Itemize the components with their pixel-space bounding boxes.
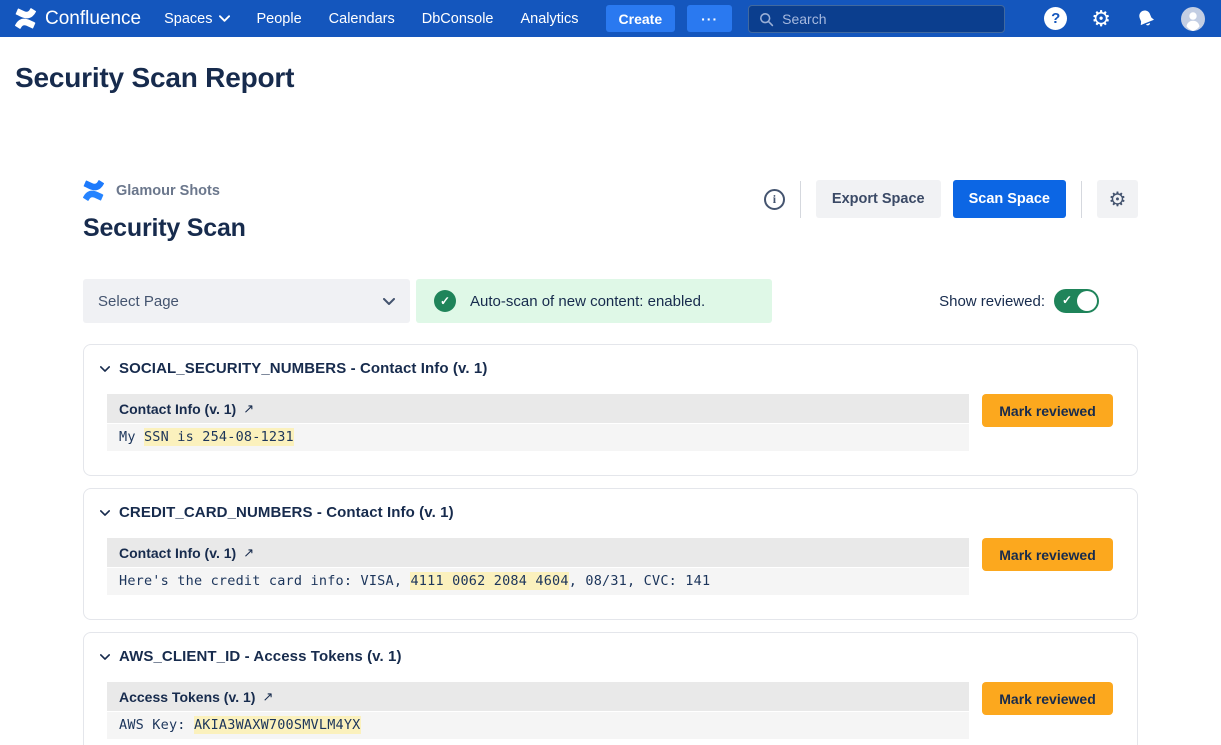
- select-page-dropdown[interactable]: Select Page: [83, 279, 410, 323]
- chevron-down-icon: [383, 298, 395, 305]
- search-icon: [758, 11, 774, 27]
- more-button[interactable]: ···: [687, 5, 732, 32]
- finding-title: AWS_CLIENT_ID - Access Tokens (v. 1): [119, 648, 402, 665]
- space-actions: i Export Space Scan Space ⚙: [764, 180, 1138, 218]
- settings-gear-icon[interactable]: ⚙: [1091, 8, 1111, 30]
- info-icon[interactable]: i: [764, 189, 785, 210]
- scan-space-button[interactable]: Scan Space: [953, 180, 1066, 218]
- finding-source-link[interactable]: Contact Info (v. 1) ↗: [107, 538, 969, 567]
- autoscan-status-text: Auto-scan of new content: enabled.: [470, 293, 705, 310]
- top-nav-bar: Confluence Spaces People Calendars DbCon…: [0, 0, 1221, 37]
- nav-item-analytics[interactable]: Analytics: [521, 11, 579, 27]
- show-reviewed-control: Show reviewed: ✓: [939, 289, 1099, 313]
- external-link-icon: ↗: [262, 689, 273, 705]
- search-box[interactable]: [748, 5, 1005, 33]
- divider: [800, 181, 801, 218]
- finding-card-aws-key: AWS_CLIENT_ID - Access Tokens (v. 1) Acc…: [83, 632, 1138, 745]
- nav-item-spaces[interactable]: Spaces: [164, 11, 229, 27]
- nav-item-dbconsole[interactable]: DbConsole: [422, 11, 494, 27]
- select-page-label: Select Page: [98, 293, 179, 310]
- user-avatar[interactable]: [1181, 7, 1205, 31]
- space-link[interactable]: Glamour Shots: [83, 180, 246, 201]
- finding-snippet: AWS Key: AKIA3WAXW700SMVLM4YX: [107, 712, 969, 739]
- finding-title: CREDIT_CARD_NUMBERS - Contact Info (v. 1…: [119, 504, 454, 521]
- create-button[interactable]: Create: [606, 5, 676, 32]
- toggle-knob: [1077, 291, 1097, 311]
- finding-source-link[interactable]: Contact Info (v. 1) ↗: [107, 394, 969, 423]
- space-settings-gear-icon[interactable]: ⚙: [1097, 180, 1138, 218]
- notifications-bell-icon[interactable]: [1135, 8, 1157, 30]
- finding-card-header[interactable]: CREDIT_CARD_NUMBERS - Contact Info (v. 1…: [100, 504, 1113, 521]
- finding-card-credit-card: CREDIT_CARD_NUMBERS - Contact Info (v. 1…: [83, 488, 1138, 620]
- search-input[interactable]: [782, 11, 995, 27]
- space-header: Glamour Shots Security Scan i Export Spa…: [83, 180, 1138, 243]
- chevron-down-icon: [100, 366, 110, 372]
- confluence-space-icon: [83, 180, 104, 201]
- confluence-brand[interactable]: Confluence: [15, 8, 141, 30]
- finding-snippet: My SSN is 254-08-1231: [107, 424, 969, 451]
- section-heading: Security Scan: [83, 214, 246, 243]
- external-link-icon: ↗: [243, 545, 254, 561]
- nav-item-people[interactable]: People: [257, 11, 302, 27]
- nav-right-icons: ? ⚙: [1044, 7, 1205, 31]
- mark-reviewed-button[interactable]: Mark reviewed: [982, 538, 1113, 571]
- check-circle-icon: ✓: [434, 290, 456, 312]
- show-reviewed-label: Show reviewed:: [939, 293, 1045, 310]
- chevron-down-icon: [219, 15, 230, 22]
- finding-card-header[interactable]: AWS_CLIENT_ID - Access Tokens (v. 1): [100, 648, 1113, 665]
- nav-item-calendars[interactable]: Calendars: [329, 11, 395, 27]
- sensitive-data-highlight: 4111 0062 2084 4604: [410, 572, 568, 590]
- nav-menu: Spaces People Calendars DbConsole Analyt…: [164, 11, 578, 27]
- external-link-icon: ↗: [243, 401, 254, 417]
- controls-row: Select Page ✓ Auto-scan of new content: …: [83, 279, 1138, 323]
- divider: [1081, 181, 1082, 218]
- chevron-down-icon: [100, 510, 110, 516]
- finding-title: SOCIAL_SECURITY_NUMBERS - Contact Info (…: [119, 360, 487, 377]
- chevron-down-icon: [100, 654, 110, 660]
- autoscan-status-banner: ✓ Auto-scan of new content: enabled.: [416, 279, 772, 323]
- mark-reviewed-button[interactable]: Mark reviewed: [982, 682, 1113, 715]
- finding-snippet: Here's the credit card info: VISA, 4111 …: [107, 568, 969, 595]
- export-space-button[interactable]: Export Space: [816, 180, 941, 218]
- finding-card-ssn: SOCIAL_SECURITY_NUMBERS - Contact Info (…: [83, 344, 1138, 476]
- findings-list: SOCIAL_SECURITY_NUMBERS - Contact Info (…: [83, 344, 1138, 745]
- check-icon: ✓: [1062, 293, 1072, 309]
- finding-source-link[interactable]: Access Tokens (v. 1) ↗: [107, 682, 969, 711]
- brand-name: Confluence: [45, 8, 141, 30]
- finding-card-header[interactable]: SOCIAL_SECURITY_NUMBERS - Contact Info (…: [100, 360, 1113, 377]
- space-name: Glamour Shots: [116, 183, 220, 199]
- page-title: Security Scan Report: [15, 62, 1206, 94]
- confluence-logo-icon: [15, 8, 36, 29]
- mark-reviewed-button[interactable]: Mark reviewed: [982, 394, 1113, 427]
- help-icon[interactable]: ?: [1044, 7, 1067, 30]
- sensitive-data-highlight: SSN is 254-08-1231: [144, 428, 294, 446]
- show-reviewed-toggle[interactable]: ✓: [1054, 289, 1099, 313]
- sensitive-data-highlight: AKIA3WAXW700SMVLM4YX: [194, 716, 361, 734]
